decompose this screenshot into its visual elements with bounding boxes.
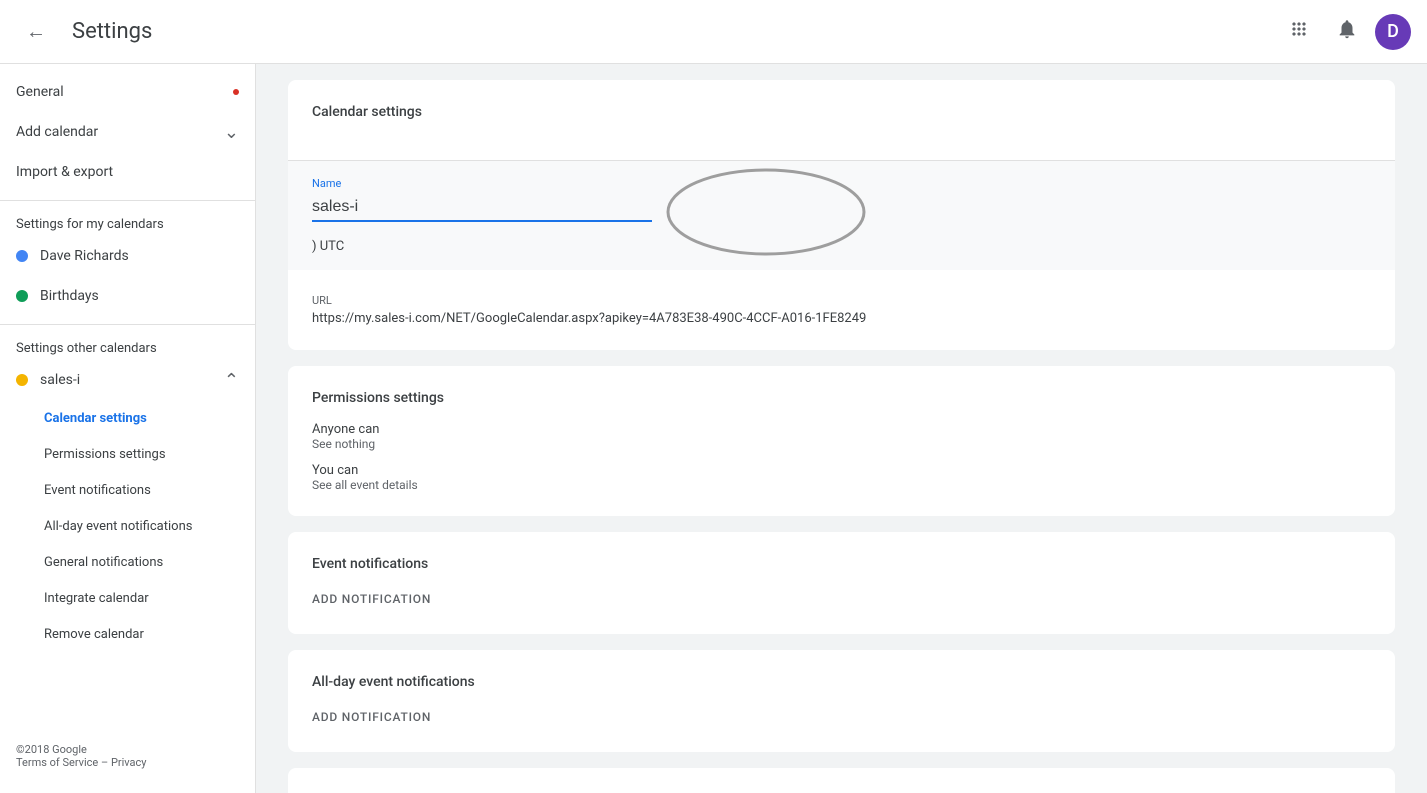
anyone-see-label: See nothing xyxy=(312,437,1371,451)
add-notification-button[interactable]: ADD NOTIFICATION xyxy=(312,588,1371,610)
chevron-up-icon: ⌃ xyxy=(224,370,239,391)
add-calendar-label: Add calendar xyxy=(16,124,224,140)
user-avatar[interactable]: D xyxy=(1375,14,1411,50)
avatar-letter: D xyxy=(1387,21,1399,42)
apps-button[interactable] xyxy=(1279,12,1319,52)
url-value: https://my.sales-i.com/NET/GoogleCalenda… xyxy=(312,311,1371,326)
chevron-down-icon: ⌄ xyxy=(224,122,239,143)
birthdays-label: Birthdays xyxy=(40,288,239,304)
other-calendars-header: Settings other calendars xyxy=(0,333,255,360)
red-dot-icon xyxy=(233,89,239,95)
notifications-button[interactable] xyxy=(1327,12,1367,52)
back-button[interactable]: ← xyxy=(16,12,56,52)
add-allday-notification-button[interactable]: ADD NOTIFICATION xyxy=(312,706,1371,728)
import-export-label: Import & export xyxy=(16,164,239,180)
allday-notifications-title: All-day event notifications xyxy=(312,674,1371,690)
anyone-can-label: Anyone can xyxy=(312,422,1371,437)
sidebar-item-birthdays[interactable]: Birthdays xyxy=(0,276,255,316)
you-can-label: You can xyxy=(312,463,1371,478)
privacy-link[interactable]: Privacy xyxy=(111,756,147,769)
permissions-title: Permissions settings xyxy=(312,390,1371,406)
footer-links: Terms of Service – Privacy xyxy=(16,756,239,769)
footer-dash: – xyxy=(101,756,111,769)
green-dot-icon xyxy=(16,290,28,302)
sidebar-item-dave-richards[interactable]: Dave Richards xyxy=(0,236,255,276)
footer-copyright: ©2018 Google xyxy=(16,743,239,756)
orange-dot-icon xyxy=(16,374,28,386)
permission-row-anyone: Anyone can See nothing xyxy=(312,422,1371,451)
sidebar-item-general[interactable]: General xyxy=(0,72,255,112)
event-notifications-section: Event notifications ADD NOTIFICATION xyxy=(288,532,1395,634)
name-section: Name ) UTC xyxy=(288,161,1395,270)
calendar-settings-sub-label: Calendar settings xyxy=(44,411,147,426)
general-label: General xyxy=(16,84,231,100)
timezone-text: ) UTC xyxy=(312,239,344,254)
event-notifications-title: Event notifications xyxy=(312,556,1371,572)
general-notifications-sub-label: General notifications xyxy=(44,555,163,570)
blue-dot-icon xyxy=(16,250,28,262)
sidebar-item-sales-i[interactable]: sales-i ⌃ xyxy=(0,360,255,400)
general-notifications-card: General notifications New events Someone… xyxy=(288,768,1395,793)
main-content: Calendar settings Name ) UTC URL https:/… xyxy=(256,64,1427,793)
tos-link[interactable]: Terms of Service xyxy=(16,756,98,769)
sidebar-sub-general-notifications[interactable]: General notifications xyxy=(0,544,255,580)
general-notifications-section: General notifications New events Someone… xyxy=(288,768,1395,793)
card-section-title: Calendar settings xyxy=(288,80,1395,161)
layout: General Add calendar ⌄ Import & export S… xyxy=(0,64,1427,793)
back-icon: ← xyxy=(26,19,46,44)
sidebar-divider-1 xyxy=(0,200,255,201)
page-title: Settings xyxy=(72,19,152,44)
sidebar-sub-permissions-settings[interactable]: Permissions settings xyxy=(0,436,255,472)
permissions-card: Permissions settings Anyone can See noth… xyxy=(288,366,1395,516)
sidebar-sub-event-notifications[interactable]: Event notifications xyxy=(0,472,255,508)
event-notifications-sub-label: Event notifications xyxy=(44,483,151,498)
bell-icon xyxy=(1336,18,1358,45)
event-notifications-card: Event notifications ADD NOTIFICATION xyxy=(288,532,1395,634)
timezone-row: ) UTC xyxy=(312,238,1371,254)
name-input[interactable] xyxy=(312,194,652,222)
you-see-label: See all event details xyxy=(312,478,1371,492)
remove-calendar-sub-label: Remove calendar xyxy=(44,627,144,642)
url-label: URL xyxy=(312,294,1371,307)
allday-notifications-card: All-day event notifications ADD NOTIFICA… xyxy=(288,650,1395,752)
sidebar-sub-allday-notifications[interactable]: All-day event notifications xyxy=(0,508,255,544)
sidebar-item-add-calendar[interactable]: Add calendar ⌄ xyxy=(0,112,255,152)
sidebar-sub-remove-calendar[interactable]: Remove calendar xyxy=(0,616,255,652)
sidebar-wrapper: General Add calendar ⌄ Import & export S… xyxy=(0,72,255,785)
name-field-label: Name xyxy=(312,177,1371,190)
allday-notifications-sub-label: All-day event notifications xyxy=(44,519,192,534)
permissions-section: Permissions settings Anyone can See noth… xyxy=(288,366,1395,516)
permission-row-you: You can See all event details xyxy=(312,463,1371,492)
sales-i-label: sales-i xyxy=(40,372,224,388)
url-section: URL https://my.sales-i.com/NET/GoogleCal… xyxy=(288,270,1395,350)
header-icons: D xyxy=(1279,12,1411,52)
sidebar-sub-calendar-settings[interactable]: Calendar settings xyxy=(0,400,255,436)
sidebar-item-import-export[interactable]: Import & export xyxy=(0,152,255,192)
sidebar-divider-2 xyxy=(0,324,255,325)
header: ← Settings D xyxy=(0,0,1427,64)
calendar-settings-card: Calendar settings Name ) UTC URL https:/… xyxy=(288,80,1395,350)
sidebar-footer: ©2018 Google Terms of Service – Privacy xyxy=(0,727,255,785)
permissions-settings-sub-label: Permissions settings xyxy=(44,447,166,462)
sidebar-sub-integrate-calendar[interactable]: Integrate calendar xyxy=(0,580,255,616)
my-calendars-header: Settings for my calendars xyxy=(0,209,255,236)
allday-notifications-section: All-day event notifications ADD NOTIFICA… xyxy=(288,650,1395,752)
integrate-calendar-sub-label: Integrate calendar xyxy=(44,591,149,606)
calendar-settings-title: Calendar settings xyxy=(312,104,1371,120)
apps-icon xyxy=(1289,19,1309,44)
dave-richards-label: Dave Richards xyxy=(40,248,239,264)
sidebar: General Add calendar ⌄ Import & export S… xyxy=(0,64,256,793)
